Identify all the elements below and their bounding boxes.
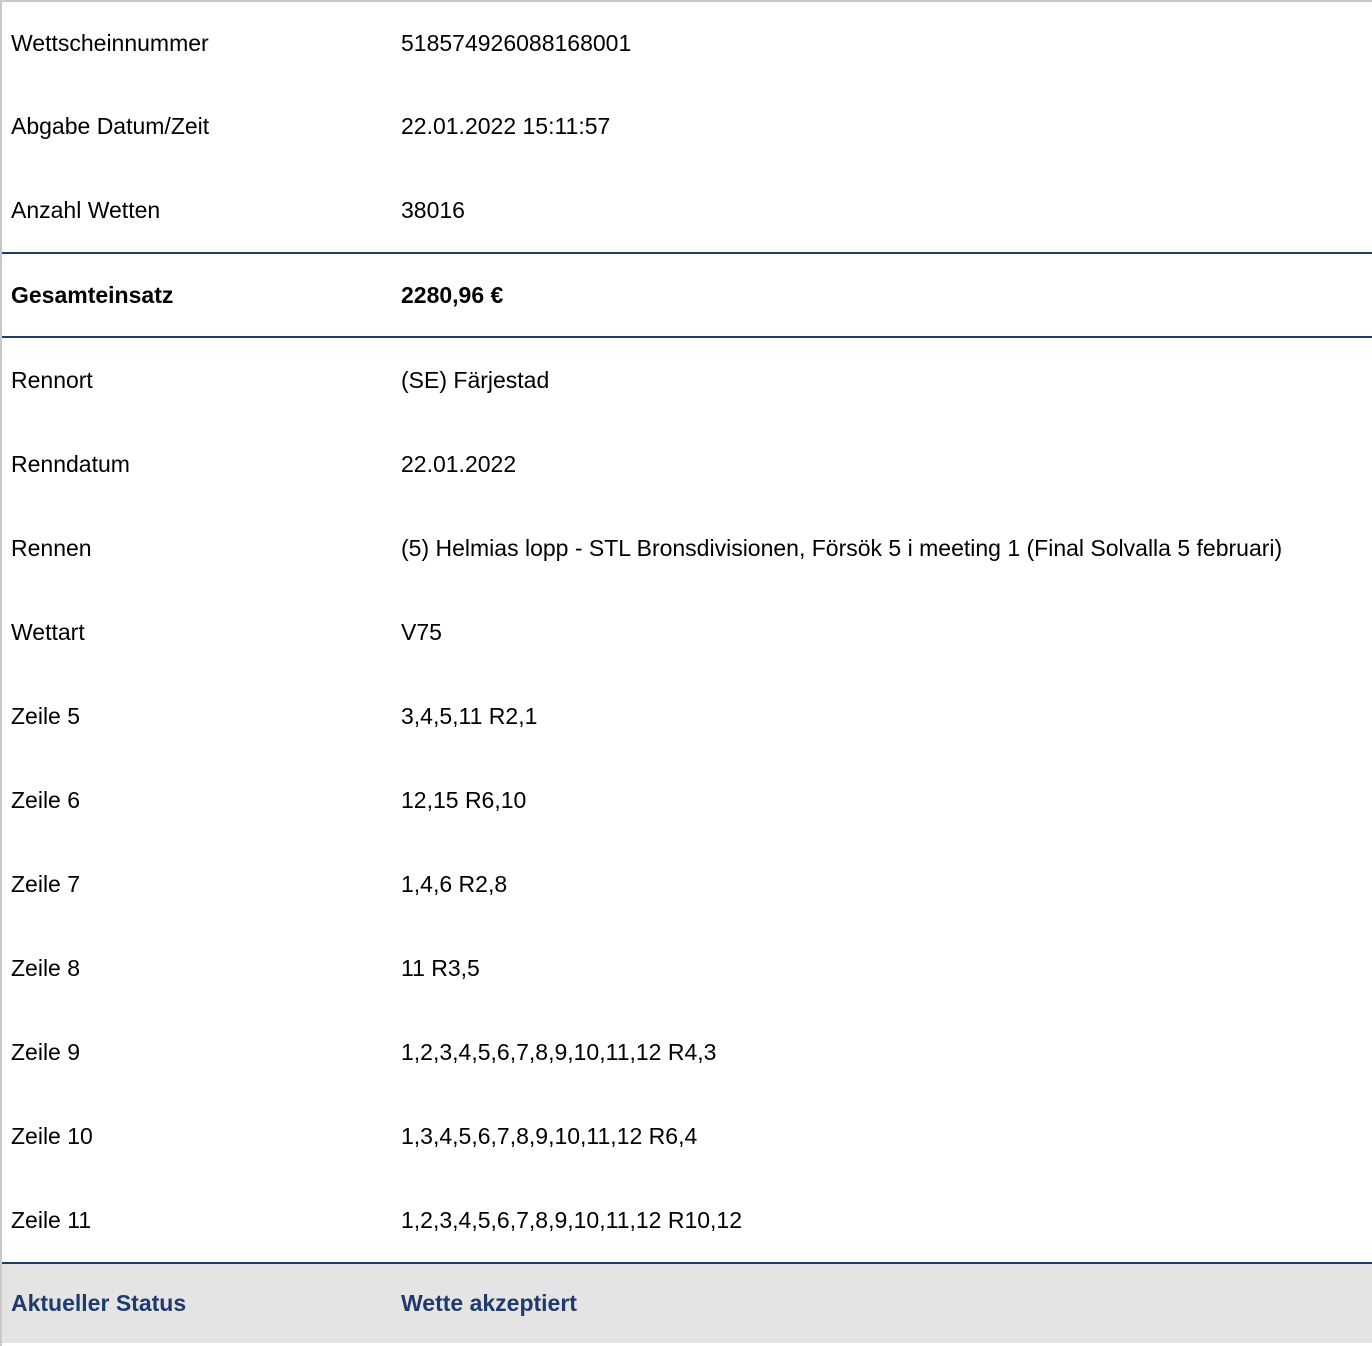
bet-type-label: Wettart <box>11 618 85 645</box>
row-line-11: Zeile 11 1,2,3,4,5,6,7,8,9,10,11,12 R10,… <box>2 1178 1372 1262</box>
row-bet-type: Wettart V75 <box>2 590 1372 674</box>
line-9-value: 1,2,3,4,5,6,7,8,9,10,11,12 R4,3 <box>401 1038 717 1065</box>
line-6-value: 12,15 R6,10 <box>401 786 527 813</box>
submission-datetime-value: 22.01.2022 15:11:57 <box>401 112 611 139</box>
race-label: Rennen <box>11 534 92 561</box>
row-current-status: Aktueller Status Wette akzeptiert <box>2 1262 1372 1343</box>
row-line-7: Zeile 7 1,4,6 R2,8 <box>2 842 1372 926</box>
row-race-date: Renndatum 22.01.2022 <box>2 422 1372 506</box>
race-venue-label: Rennort <box>11 366 93 393</box>
row-line-8: Zeile 8 11 R3,5 <box>2 926 1372 1010</box>
bet-count-value: 38016 <box>401 196 465 223</box>
race-venue-value: (SE) Färjestad <box>401 366 550 393</box>
row-total-stake: Gesamteinsatz 2280,96 € <box>2 252 1372 338</box>
line-5-label: Zeile 5 <box>11 702 81 729</box>
ticket-number-label: Wettscheinnummer <box>11 29 209 56</box>
line-9-label: Zeile 9 <box>11 1038 81 1065</box>
row-submission-datetime: Abgabe Datum/Zeit 22.01.2022 15:11:57 <box>2 84 1372 168</box>
row-line-9: Zeile 9 1,2,3,4,5,6,7,8,9,10,11,12 R4,3 <box>2 1010 1372 1094</box>
line-7-value: 1,4,6 R2,8 <box>401 870 508 897</box>
bet-count-label: Anzahl Wetten <box>11 196 161 223</box>
race-value: (5) Helmias lopp - STL Bronsdivisionen, … <box>401 534 1283 561</box>
bet-type-value: V75 <box>401 618 442 645</box>
line-7-label: Zeile 7 <box>11 870 81 897</box>
row-line-6: Zeile 6 12,15 R6,10 <box>2 758 1372 842</box>
line-5-value: 3,4,5,11 R2,1 <box>401 702 538 729</box>
line-11-value: 1,2,3,4,5,6,7,8,9,10,11,12 R10,12 <box>401 1206 743 1233</box>
row-bet-count: Anzahl Wetten 38016 <box>2 168 1372 252</box>
row-line-5: Zeile 5 3,4,5,11 R2,1 <box>2 674 1372 758</box>
row-ticket-number: Wettscheinnummer 518574926088168001 <box>2 2 1372 84</box>
current-status-value: Wette akzeptiert <box>401 1290 577 1316</box>
row-race-venue: Rennort (SE) Färjestad <box>2 338 1372 422</box>
line-8-value: 11 R3,5 <box>401 954 480 981</box>
total-stake-value: 2280,96 € <box>401 281 504 308</box>
race-date-value: 22.01.2022 <box>401 450 517 477</box>
line-6-label: Zeile 6 <box>11 786 81 813</box>
line-8-label: Zeile 8 <box>11 954 81 981</box>
line-11-label: Zeile 11 <box>11 1206 92 1233</box>
submission-datetime-label: Abgabe Datum/Zeit <box>11 112 210 139</box>
current-status-label: Aktueller Status <box>11 1290 187 1316</box>
line-10-value: 1,3,4,5,6,7,8,9,10,11,12 R6,4 <box>401 1122 698 1149</box>
row-line-10: Zeile 10 1,3,4,5,6,7,8,9,10,11,12 R6,4 <box>2 1094 1372 1178</box>
bet-ticket-details: Wettscheinnummer 518574926088168001 Abga… <box>0 0 1372 1346</box>
race-date-label: Renndatum <box>11 450 130 477</box>
row-race: Rennen (5) Helmias lopp - STL Bronsdivis… <box>2 506 1372 590</box>
ticket-number-value: 518574926088168001 <box>401 29 632 56</box>
total-stake-label: Gesamteinsatz <box>11 281 174 308</box>
line-10-label: Zeile 10 <box>11 1122 93 1149</box>
